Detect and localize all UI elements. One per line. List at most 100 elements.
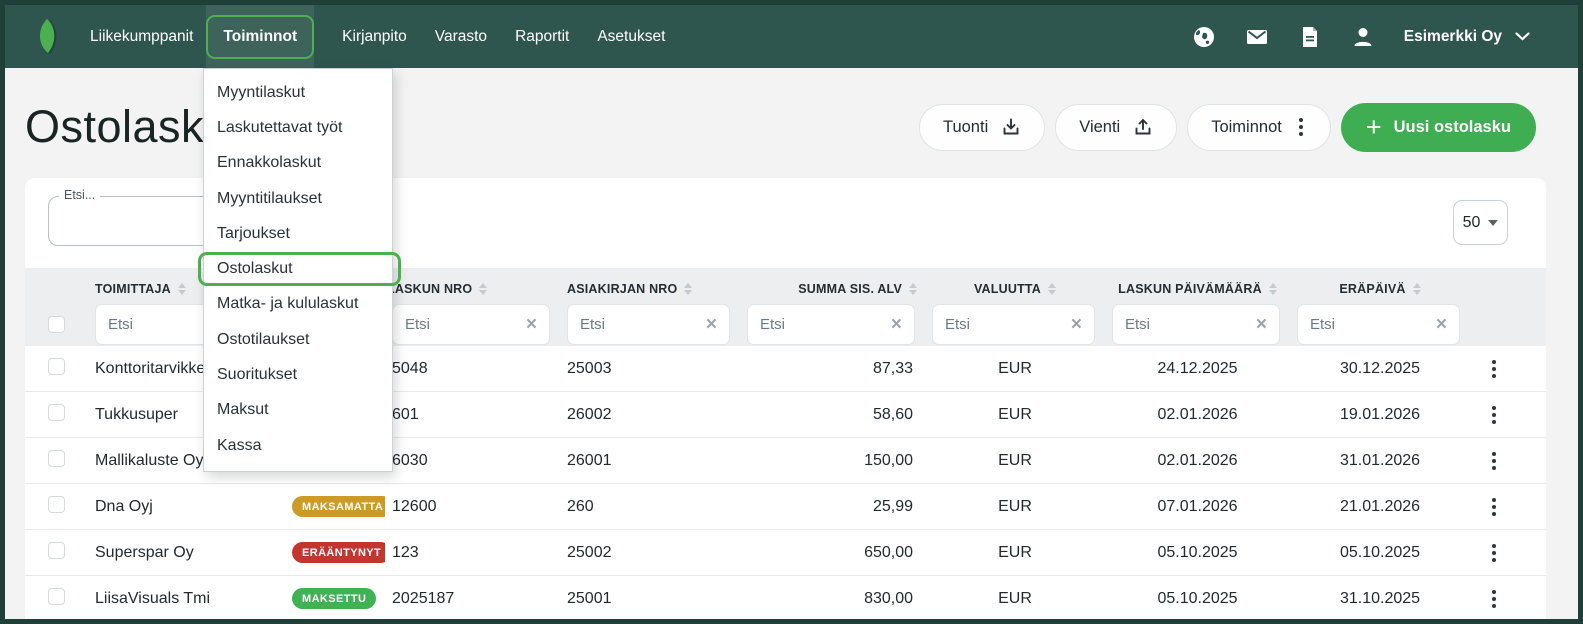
- header-laskun-nro-label: LASKUN NRO: [387, 282, 472, 296]
- cell-summa: 150,00: [740, 452, 925, 470]
- nav-item-toiminnot-label: Toiminnot: [206, 15, 314, 59]
- cell-toimittaja: LiisaVisuals Tmi: [88, 590, 285, 608]
- filter-erapaiva-input[interactable]: [1310, 316, 1436, 333]
- globe-icon[interactable]: [1192, 25, 1216, 49]
- import-button[interactable]: Tuonti: [919, 104, 1045, 151]
- clear-icon[interactable]: [526, 315, 537, 334]
- select-all-checkbox[interactable]: [48, 316, 65, 333]
- cell-summa: 58,60: [740, 406, 925, 424]
- company-switcher[interactable]: Esimerkki Oy: [1404, 28, 1530, 46]
- cell-valuutta: EUR: [925, 360, 1105, 378]
- cell-tila: MAKSETTU: [285, 588, 385, 609]
- row-checkbox[interactable]: [48, 450, 65, 467]
- nav-item-asetukset[interactable]: Asetukset: [597, 28, 665, 46]
- row-actions-kebab[interactable]: [1488, 356, 1500, 382]
- cell-toimittaja: Superspar Oy: [88, 544, 285, 562]
- new-purchase-invoice-button[interactable]: Uusi ostolasku: [1341, 103, 1536, 152]
- sort-icon[interactable]: [479, 283, 487, 296]
- cell-valuutta: EUR: [925, 452, 1105, 470]
- row-actions-kebab[interactable]: [1488, 494, 1500, 520]
- row-actions-kebab[interactable]: [1488, 540, 1500, 566]
- cell-erapaiva: 19.01.2026: [1290, 406, 1470, 424]
- user-icon[interactable]: [1351, 25, 1375, 49]
- row-actions-kebab[interactable]: [1488, 586, 1500, 612]
- header-laskun-nro: LASKUN NRO: [385, 282, 560, 296]
- clear-icon[interactable]: [706, 315, 717, 334]
- header-valuutta: VALUUTTA: [925, 282, 1105, 296]
- row-checkbox[interactable]: [48, 404, 65, 421]
- cell-asiakirjan-nro: 25002: [560, 544, 740, 562]
- sort-icon[interactable]: [1269, 283, 1277, 296]
- cell-valuutta: EUR: [925, 406, 1105, 424]
- filter-laskun-nro-input[interactable]: [405, 316, 526, 333]
- upload-icon: [1133, 117, 1153, 137]
- row-actions-kebab[interactable]: [1488, 402, 1500, 428]
- clear-icon[interactable]: [891, 315, 902, 334]
- filter-summa: [747, 304, 915, 345]
- status-badge: ERÄÄNTYNYT: [292, 542, 385, 563]
- table-row: LiisaVisuals Tmi MAKSETTU 2025187 25001 …: [25, 576, 1546, 619]
- row-checkbox[interactable]: [48, 588, 65, 605]
- cell-erapaiva: 31.10.2025: [1290, 590, 1470, 608]
- menu-item-suoritukset[interactable]: Suoritukset: [204, 357, 392, 392]
- header-valuutta-label: VALUUTTA: [974, 282, 1041, 296]
- nav-item-varasto[interactable]: Varasto: [435, 28, 487, 46]
- document-icon[interactable]: [1298, 25, 1322, 49]
- cell-toimittaja: Dna Oyj: [88, 498, 285, 516]
- menu-item-tarjoukset[interactable]: Tarjoukset: [204, 216, 392, 251]
- sort-icon[interactable]: [909, 283, 917, 296]
- sort-icon[interactable]: [1413, 283, 1421, 296]
- sort-icon[interactable]: [684, 283, 692, 296]
- menu-item-ennakkolaskut[interactable]: Ennakkolaskut: [204, 146, 392, 181]
- clear-icon[interactable]: [1071, 315, 1082, 334]
- leaf-logo[interactable]: [31, 17, 65, 57]
- menu-item-maksut[interactable]: Maksut: [204, 393, 392, 428]
- cell-asiakirjan-nro: 26002: [560, 406, 740, 424]
- mail-icon[interactable]: [1245, 25, 1269, 49]
- filter-summa-input[interactable]: [760, 316, 891, 333]
- row-actions-kebab[interactable]: [1488, 448, 1500, 474]
- new-purchase-invoice-label: Uusi ostolasku: [1394, 118, 1511, 137]
- menu-item-laskutettavat-tyot[interactable]: Laskutettavat työt: [204, 110, 392, 145]
- cell-tila: ERÄÄNTYNYT: [285, 542, 385, 563]
- menu-item-ostolaskut[interactable]: Ostolaskut: [204, 251, 392, 286]
- menu-item-myyntitilaukset[interactable]: Myyntitilaukset: [204, 181, 392, 216]
- menu-item-kassa[interactable]: Kassa: [204, 428, 392, 463]
- filter-asiakirjan-nro-input[interactable]: [580, 316, 706, 333]
- nav-right-icons: Esimerkki Oy: [1192, 25, 1530, 49]
- filter-asiakirjan-nro: [567, 304, 730, 345]
- row-checkbox[interactable]: [48, 542, 65, 559]
- nav-item-kirjanpito[interactable]: Kirjanpito: [342, 28, 407, 46]
- menu-item-ostotilaukset[interactable]: Ostotilaukset: [204, 322, 392, 357]
- cell-erapaiva: 05.10.2025: [1290, 544, 1470, 562]
- cell-summa: 87,33: [740, 360, 925, 378]
- menu-item-myyntilaskut[interactable]: Myyntilaskut: [204, 75, 392, 110]
- cell-laskun-nro: 123: [385, 544, 560, 562]
- chevron-down-icon: [1515, 32, 1530, 41]
- nav-item-toiminnot[interactable]: Toiminnot: [206, 5, 314, 68]
- nav-item-liikekumppanit[interactable]: Liikekumppanit: [90, 28, 193, 46]
- cell-laskun-nro: 12600: [385, 498, 560, 516]
- export-button[interactable]: Vienti: [1055, 104, 1177, 151]
- cell-asiakirjan-nro: 26001: [560, 452, 740, 470]
- page-size-select[interactable]: 50: [1453, 200, 1508, 245]
- filter-laskun-paivamaara-input[interactable]: [1125, 316, 1256, 333]
- menu-item-matka-ja-kululaskut[interactable]: Matka- ja kululaskut: [204, 287, 392, 322]
- row-checkbox[interactable]: [48, 496, 65, 513]
- header-asiakirjan-nro: ASIAKIRJAN NRO: [560, 282, 740, 296]
- cell-valuutta: EUR: [925, 498, 1105, 516]
- sort-icon[interactable]: [1048, 283, 1056, 296]
- kebab-icon: [1295, 114, 1307, 140]
- filter-valuutta-input[interactable]: [945, 316, 1071, 333]
- actions-button[interactable]: Toiminnot: [1187, 104, 1331, 151]
- row-checkbox[interactable]: [48, 358, 65, 375]
- cell-valuutta: EUR: [925, 544, 1105, 562]
- clear-icon[interactable]: [1436, 315, 1447, 334]
- nav-item-raportit[interactable]: Raportit: [515, 28, 569, 46]
- header-summa: SUMMA SIS. ALV: [740, 282, 925, 296]
- cell-asiakirjan-nro: 260: [560, 498, 740, 516]
- clear-icon[interactable]: [1256, 315, 1267, 334]
- cell-summa: 830,00: [740, 590, 925, 608]
- sort-icon[interactable]: [178, 283, 186, 296]
- cell-laskun-paivamaara: 02.01.2026: [1105, 452, 1290, 470]
